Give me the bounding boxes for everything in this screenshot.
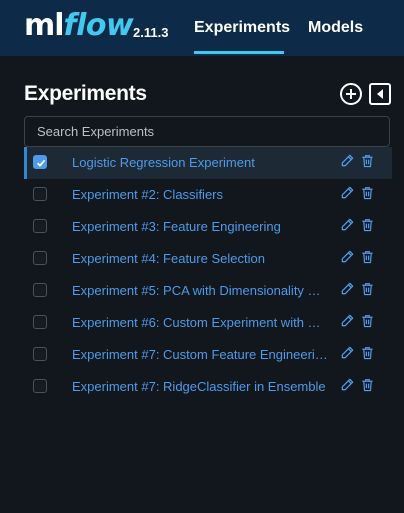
collapse-left-icon xyxy=(369,83,391,105)
trash-icon[interactable] xyxy=(361,186,374,200)
experiment-name-link[interactable]: Experiment #7: Custom Feature Engineerin… xyxy=(72,347,329,362)
tab-experiments[interactable]: Experiments xyxy=(194,19,290,37)
trash-icon[interactable] xyxy=(361,378,374,392)
experiment-checkbox[interactable] xyxy=(33,315,47,329)
search-experiments-field[interactable] xyxy=(24,116,390,147)
plus-circle-icon xyxy=(340,83,362,105)
experiment-name-link[interactable]: Experiment #4: Feature Selection xyxy=(72,251,329,266)
experiment-list: Logistic Regression Experiment Experimen… xyxy=(24,147,392,403)
experiment-row[interactable]: Experiment #3: Feature Engineering xyxy=(24,211,392,243)
active-tab-indicator xyxy=(194,51,284,54)
pencil-icon[interactable] xyxy=(340,185,355,200)
pencil-icon[interactable] xyxy=(340,249,355,264)
experiment-name-link[interactable]: Logistic Regression Experiment xyxy=(72,155,329,170)
experiment-name-link[interactable]: Experiment #7: RidgeClassifier in Ensemb… xyxy=(72,379,329,394)
experiment-checkbox[interactable] xyxy=(33,155,47,169)
experiment-name-link[interactable]: Experiment #2: Classifiers xyxy=(72,187,329,202)
trash-icon[interactable] xyxy=(361,250,374,264)
experiment-name-link[interactable]: Experiment #5: PCA with Dimensionality R… xyxy=(72,283,329,298)
experiment-row[interactable]: Experiment #4: Feature Selection xyxy=(24,243,392,275)
experiment-name-link[interactable]: Experiment #3: Feature Engineering xyxy=(72,219,329,234)
collapse-sidebar-button[interactable] xyxy=(368,82,392,106)
top-navbar: ml flow 2.11.3 Experiments Models xyxy=(0,0,404,56)
experiment-checkbox[interactable] xyxy=(33,187,47,201)
experiment-checkbox[interactable] xyxy=(33,219,47,233)
experiment-checkbox[interactable] xyxy=(33,283,47,297)
mlflow-logo[interactable]: ml flow xyxy=(24,8,134,48)
search-input[interactable] xyxy=(25,117,389,146)
experiment-name-link[interactable]: Experiment #6: Custom Experiment with Pi… xyxy=(72,315,329,330)
version-label: 2.11.3 xyxy=(133,25,169,40)
pencil-icon[interactable] xyxy=(340,217,355,232)
trash-icon[interactable] xyxy=(361,154,374,168)
logo-flow-text: flow xyxy=(63,8,134,43)
experiment-row[interactable]: Logistic Regression Experiment xyxy=(24,147,392,179)
experiment-row[interactable]: Experiment #7: RidgeClassifier in Ensemb… xyxy=(24,371,392,403)
pencil-icon[interactable] xyxy=(340,377,355,392)
logo-ml-text: ml xyxy=(24,8,65,43)
trash-icon[interactable] xyxy=(361,282,374,296)
page-title: Experiments xyxy=(24,82,147,105)
experiment-row[interactable]: Experiment #5: PCA with Dimensionality R… xyxy=(24,275,392,307)
create-experiment-button[interactable] xyxy=(339,82,363,106)
experiment-row[interactable]: Experiment #2: Classifiers xyxy=(24,179,392,211)
trash-icon[interactable] xyxy=(361,218,374,232)
trash-icon[interactable] xyxy=(361,314,374,328)
pencil-icon[interactable] xyxy=(340,281,355,296)
pencil-icon[interactable] xyxy=(340,153,355,168)
experiment-checkbox[interactable] xyxy=(33,347,47,361)
experiment-checkbox[interactable] xyxy=(33,251,47,265)
experiment-checkbox[interactable] xyxy=(33,379,47,393)
check-icon xyxy=(36,159,46,167)
tab-models[interactable]: Models xyxy=(308,19,363,37)
pencil-icon[interactable] xyxy=(340,313,355,328)
trash-icon[interactable] xyxy=(361,346,374,360)
pencil-icon[interactable] xyxy=(340,345,355,360)
experiment-row[interactable]: Experiment #7: Custom Feature Engineerin… xyxy=(24,339,392,371)
experiment-row[interactable]: Experiment #6: Custom Experiment with Pi… xyxy=(24,307,392,339)
